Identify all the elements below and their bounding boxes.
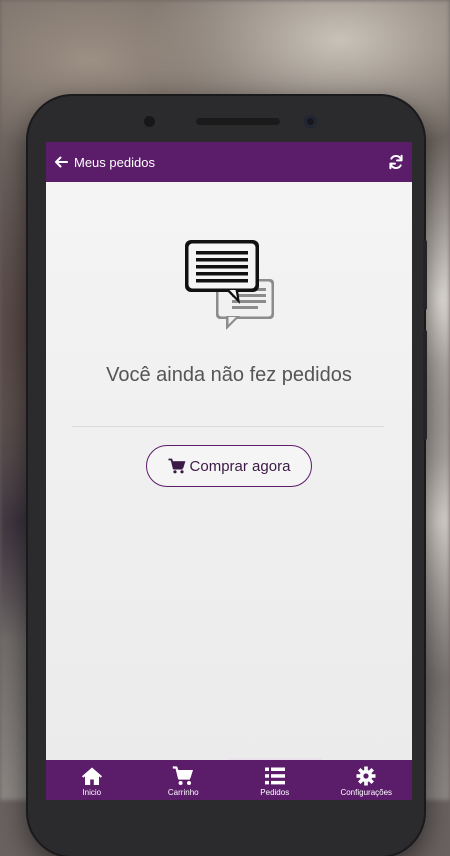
refresh-icon[interactable] <box>388 154 404 170</box>
front-sensor <box>144 116 155 127</box>
cart-icon <box>173 766 194 785</box>
front-camera <box>304 115 317 128</box>
chat-bubbles-icon <box>185 240 274 330</box>
app-bar: Meus pedidos <box>46 142 412 182</box>
nav-item-home[interactable]: Inicio <box>46 760 138 800</box>
nav-item-cart[interactable]: Carrinho <box>138 760 230 800</box>
app-screen: Meus pedidos Você ainda não fez pedidos … <box>46 142 412 800</box>
orders-content: Você ainda não fez pedidos Comprar agora <box>46 182 412 760</box>
nav-item-orders[interactable]: Pedidos <box>229 760 321 800</box>
nav-label-home: Inicio <box>82 788 102 797</box>
side-button <box>423 330 427 440</box>
home-icon <box>81 767 102 785</box>
nav-label-cart: Carrinho <box>167 788 199 797</box>
cart-icon <box>168 458 185 474</box>
divider <box>72 426 384 427</box>
buy-now-button[interactable]: Comprar agora <box>146 445 312 487</box>
buy-now-label: Comprar agora <box>189 457 291 475</box>
gear-icon <box>356 766 376 786</box>
arrow-left-icon[interactable] <box>54 155 68 169</box>
empty-orders-message: Você ainda não fez pedidos <box>106 364 352 386</box>
earpiece-speaker <box>196 118 280 125</box>
list-icon <box>264 767 285 785</box>
nav-label-settings: Configurações <box>340 788 393 797</box>
bottom-navigation: Inicio Carrinho Pedidos Configurações <box>46 760 412 800</box>
nav-label-orders: Pedidos <box>260 788 290 797</box>
side-button <box>423 240 427 310</box>
nav-item-settings[interactable]: Configurações <box>321 760 413 800</box>
page-title: Meus pedidos <box>74 154 155 170</box>
